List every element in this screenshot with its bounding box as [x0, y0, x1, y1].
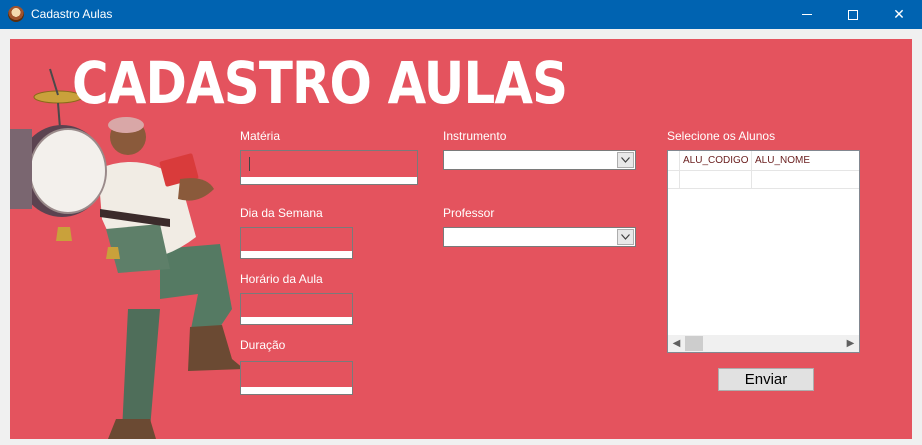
page-title: CADASTRO AULAS — [72, 49, 568, 117]
enviar-button[interactable]: Enviar — [718, 368, 814, 391]
grid-cell[interactable] — [752, 171, 858, 189]
close-button[interactable]: ✕ — [876, 0, 922, 29]
horario-aula-input[interactable] — [240, 293, 353, 325]
professor-select[interactable] — [443, 227, 636, 247]
close-icon: ✕ — [893, 6, 905, 23]
alunos-grid[interactable]: ALU_CODIGO ALU_NOME ◀ ▶ — [667, 150, 860, 353]
grid-header: ALU_CODIGO ALU_NOME — [668, 151, 859, 189]
instrumento-dropdown-button[interactable] — [617, 152, 634, 168]
duracao-input-field[interactable] — [241, 362, 352, 388]
instrumento-label: Instrumento — [443, 129, 507, 143]
scroll-left-icon[interactable]: ◀ — [668, 335, 685, 352]
duracao-input[interactable] — [240, 361, 353, 395]
maximize-icon — [848, 9, 858, 20]
chevron-down-icon — [621, 234, 630, 240]
maximize-button[interactable] — [830, 0, 876, 29]
app-window: Cadastro Aulas ✕ CADASTRO AULAS Matéria … — [0, 0, 922, 445]
professor-dropdown-button[interactable] — [617, 229, 634, 245]
grid-column-header[interactable]: ALU_CODIGO — [680, 151, 752, 171]
chevron-down-icon — [621, 157, 630, 163]
grid-column-header[interactable]: ALU_NOME — [752, 151, 858, 171]
horizontal-scrollbar[interactable]: ◀ ▶ — [668, 335, 859, 352]
minimize-icon — [802, 14, 812, 15]
duracao-label: Duração — [240, 338, 286, 352]
window-title: Cadastro Aulas — [31, 7, 113, 21]
materia-input[interactable] — [240, 150, 418, 185]
form-panel: CADASTRO AULAS Matéria Dia da Semana Hor… — [10, 39, 912, 439]
app-icon — [8, 6, 24, 22]
title-bar: Cadastro Aulas ✕ — [0, 0, 922, 29]
grid-cell[interactable] — [680, 171, 752, 189]
horario-aula-input-field[interactable] — [241, 294, 352, 318]
alunos-label: Selecione os Alunos — [667, 129, 776, 143]
professor-label: Professor — [443, 206, 495, 220]
dia-semana-input-field[interactable] — [241, 228, 352, 252]
materia-label: Matéria — [240, 129, 281, 143]
scrollbar-thumb[interactable] — [685, 336, 703, 351]
dia-semana-label: Dia da Semana — [240, 206, 323, 220]
materia-input-field[interactable] — [241, 151, 417, 178]
minimize-button[interactable] — [784, 0, 830, 29]
horario-aula-label: Horário da Aula — [240, 272, 323, 286]
text-caret — [249, 157, 250, 171]
instrumento-select[interactable] — [443, 150, 636, 170]
scroll-right-icon[interactable]: ▶ — [842, 335, 859, 352]
table-row[interactable] — [668, 171, 859, 189]
dia-semana-input[interactable] — [240, 227, 353, 259]
